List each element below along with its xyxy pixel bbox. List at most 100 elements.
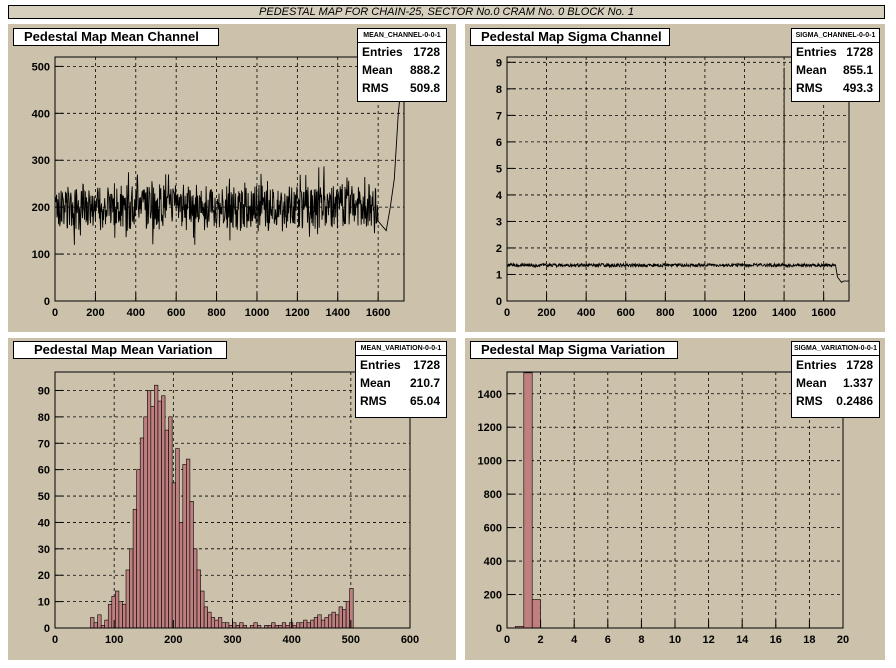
histogram-bar xyxy=(345,601,350,629)
x-tick-label: 600 xyxy=(167,307,185,319)
y-tick-label: 1400 xyxy=(478,389,502,401)
histogram-bar xyxy=(335,614,340,629)
stats-value: 1728 xyxy=(413,358,440,372)
panel-sigma-variation: 0 2 4 6 8 10 12 14 16 18 20 0 200 400 600 800 1000 1200 14… xyxy=(465,338,885,660)
histogram-bar xyxy=(168,416,173,629)
stats-label: RMS xyxy=(796,81,823,95)
stats-name: SIGMA_CHANNEL-0-0-1 xyxy=(792,29,879,43)
x-tick-label: 1000 xyxy=(245,307,269,319)
panel-mean-channel: 0 200 400 600 800 1000 1200 1400 1600 0 100 200 300 4… xyxy=(8,24,456,332)
stats-label: Entries xyxy=(796,45,837,59)
histogram-bar xyxy=(143,416,148,629)
stats-name: MEAN_VARIATION-0-0-1 xyxy=(356,342,446,356)
chart-title: Pedestal Map Mean Variation xyxy=(13,341,227,359)
stats-name: MEAN_CHANNEL-0-0-1 xyxy=(358,29,446,43)
stats-box: MEAN_CHANNEL-0-0-1 Entries 1728 Mean 888.2… xyxy=(357,28,447,102)
x-tick-label: 16 xyxy=(770,634,782,646)
y-tick-label: 1000 xyxy=(478,456,502,468)
y-tick-label: 0 xyxy=(496,296,502,308)
stats-value: 210.7 xyxy=(409,376,440,390)
histogram-bar xyxy=(221,622,226,629)
y-tick-label: 100 xyxy=(32,249,50,261)
histogram-bar xyxy=(150,406,155,629)
histogram-bar xyxy=(303,619,308,629)
histogram-bar xyxy=(313,617,318,629)
x-tick-label: 1000 xyxy=(693,307,717,319)
stats-value: 1728 xyxy=(846,45,873,59)
histogram-bar xyxy=(296,622,301,629)
x-tick-label: 0 xyxy=(52,634,58,646)
y-tick-label: 500 xyxy=(32,61,50,73)
histogram-bar xyxy=(331,611,336,629)
y-tick-label: 20 xyxy=(38,570,50,582)
histogram-bar xyxy=(523,372,533,629)
stats-value: 1728 xyxy=(846,358,873,372)
histogram-bar xyxy=(210,617,216,629)
y-tick-label: 300 xyxy=(32,155,50,167)
x-tick-label: 20 xyxy=(837,634,849,646)
histogram-bar xyxy=(299,622,304,629)
y-tick-label: 200 xyxy=(32,202,50,214)
y-tick-label: 200 xyxy=(484,590,502,602)
histogram-bar xyxy=(320,619,326,629)
histogram-bar xyxy=(342,609,347,629)
x-tick-label: 14 xyxy=(736,634,749,646)
histogram-bar xyxy=(132,508,137,629)
histogram-bar xyxy=(115,590,120,629)
y-tick-label: 400 xyxy=(32,108,50,120)
y-tick-label: 40 xyxy=(38,517,50,529)
y-tick-label: 80 xyxy=(38,412,50,424)
y-tick-label: 6 xyxy=(496,137,502,149)
histogram-bar xyxy=(139,437,145,629)
y-tick-label: 90 xyxy=(38,385,50,397)
histogram-bar xyxy=(154,384,159,629)
histogram-bar xyxy=(125,569,130,629)
x-tick-label: 8 xyxy=(638,634,644,646)
chart-title: Pedestal Map Sigma Channel xyxy=(470,28,670,46)
x-tick-label: 200 xyxy=(86,307,104,319)
y-tick-label: 3 xyxy=(496,216,502,228)
x-tick-label: 1600 xyxy=(811,307,835,319)
stats-value: 1.337 xyxy=(842,376,873,390)
stats-value: 509.8 xyxy=(409,81,440,95)
histogram-bar xyxy=(93,622,98,629)
y-tick-label: 2 xyxy=(496,243,502,255)
x-tick-label: 6 xyxy=(605,634,611,646)
x-tick-label: 400 xyxy=(127,307,145,319)
y-tick-label: 400 xyxy=(484,556,502,568)
x-tick-label: 800 xyxy=(207,307,225,319)
stats-value: 0.2486 xyxy=(836,394,873,408)
x-tick-label: 0 xyxy=(504,634,510,646)
stats-value: 855.1 xyxy=(842,63,873,77)
histogram-bar xyxy=(193,548,198,629)
histogram-bar xyxy=(161,395,166,629)
histogram-bar xyxy=(349,588,354,629)
stats-box: MEAN_VARIATION-0-0-1 Entries 1728 Mean 210… xyxy=(355,341,447,418)
stats-value: 493.3 xyxy=(842,81,873,95)
panel-mean-variation: 0 100 200 300 400 500 600 0 10 20 30 40 50 60 70 80 90 P… xyxy=(8,338,456,660)
y-tick-label: 0 xyxy=(44,623,50,635)
histogram-bar xyxy=(271,622,276,629)
x-tick-label: 18 xyxy=(803,634,815,646)
y-tick-label: 50 xyxy=(38,491,50,503)
x-tick-label: 1200 xyxy=(732,307,756,319)
histogram-bar xyxy=(178,522,184,629)
histogram-bar xyxy=(324,617,329,629)
x-tick-label: 100 xyxy=(105,634,123,646)
histogram-bar xyxy=(157,400,162,629)
histogram-bar xyxy=(225,622,230,629)
y-tick-label: 8 xyxy=(496,84,502,96)
y-tick-label: 9 xyxy=(496,57,502,69)
x-tick-label: 1600 xyxy=(366,307,390,319)
x-tick-label: 200 xyxy=(537,307,555,319)
stats-value: 1728 xyxy=(413,45,440,59)
y-tick-label: 70 xyxy=(38,438,50,450)
x-tick-label: 400 xyxy=(577,307,595,319)
histogram-bar xyxy=(90,617,95,629)
stats-box: SIGMA_CHANNEL-0-0-1 Entries 1728 Mean 855.… xyxy=(791,28,880,102)
panel-sigma-channel: 0 200 400 600 800 1000 1200 1400 1600 0 1 2 3 4 5 6 7 8 9 … xyxy=(465,24,885,332)
stats-label: Mean xyxy=(362,63,393,77)
stats-label: Entries xyxy=(796,358,837,372)
histogram-bar xyxy=(317,614,322,629)
histogram-bar xyxy=(164,429,169,629)
